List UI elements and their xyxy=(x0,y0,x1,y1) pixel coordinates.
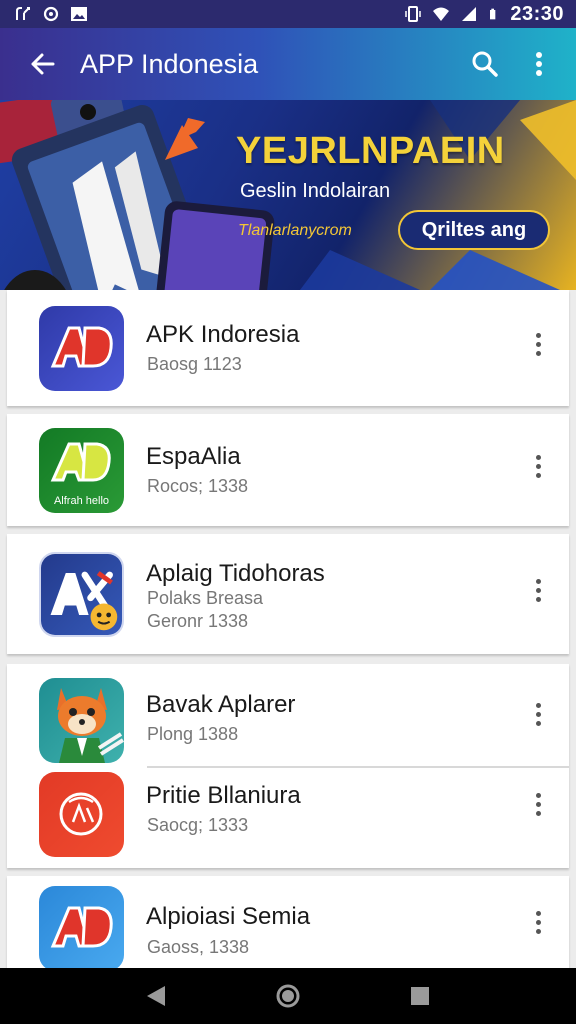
app-name: Bavak Aplarer xyxy=(146,691,296,718)
status-bar: 23:30 xyxy=(0,0,576,28)
app-name: APK Indoresia xyxy=(146,321,300,348)
promo-banner[interactable]: YEJRLNPAEIN Geslin Indolairan Tlanlarlan… xyxy=(0,100,576,290)
app-name: Alpioiasi Semia xyxy=(146,903,311,930)
vibrate-icon xyxy=(405,6,422,22)
battery-icon xyxy=(490,8,496,20)
list-group: Bavak Aplarer Plong 1388 Pritie Bllaniur… xyxy=(7,664,569,868)
more-options-button[interactable] xyxy=(523,694,555,734)
nav-home-icon xyxy=(276,984,300,1008)
list-item-espaalia[interactable]: Alfrah hello EspaAlia Rocos; 1338 xyxy=(7,414,569,526)
more-vert-icon xyxy=(536,910,542,934)
nav-home-button[interactable] xyxy=(264,972,312,1020)
navigation-bar xyxy=(0,968,576,1024)
app-meta: Baosg 1123 xyxy=(147,354,242,374)
overflow-menu-button[interactable] xyxy=(512,37,566,91)
alpioiasi-icon xyxy=(39,886,124,971)
wifi-icon xyxy=(433,7,450,21)
arrow-left-icon xyxy=(31,53,55,75)
screen: 23:30 APP Indonesia YEJRLNPAEIN Geslin I… xyxy=(0,0,576,1024)
search-button[interactable] xyxy=(458,37,512,91)
nav-recents-button[interactable] xyxy=(396,972,444,1020)
espaalia-icon: Alfrah hello xyxy=(39,428,124,513)
banner-cta-button[interactable]: Qriltes ang xyxy=(398,210,550,250)
app-meta: Saocg; 1333 xyxy=(147,815,249,835)
app-meta: Rocos; 1338 xyxy=(147,476,249,496)
bavak-fox-icon xyxy=(39,678,124,763)
app-bar: APP Indonesia xyxy=(0,28,576,100)
status-time: 23:30 xyxy=(510,2,564,25)
back-button[interactable] xyxy=(20,42,64,86)
status-left xyxy=(14,5,88,23)
network-icon xyxy=(16,7,30,20)
more-vert-icon xyxy=(536,702,542,726)
more-vert-icon xyxy=(536,332,542,356)
list-item-bavak[interactable]: Bavak Aplarer Plong 1388 xyxy=(7,664,569,768)
search-icon xyxy=(472,51,498,77)
more-options-button[interactable] xyxy=(523,446,555,486)
more-vert-icon xyxy=(536,578,542,602)
nav-back-icon xyxy=(147,986,165,1006)
app-name: EspaAlia xyxy=(146,443,241,470)
more-vert-icon xyxy=(536,792,542,816)
pritie-icon xyxy=(39,772,124,857)
app-meta-publisher: Polaks Breasa xyxy=(147,588,264,608)
more-options-button[interactable] xyxy=(523,902,555,942)
more-options-button[interactable] xyxy=(523,784,555,824)
list-item-aplaig[interactable]: Aplaig Tidohoras Polaks Breasa Geronr 13… xyxy=(7,534,569,654)
banner-title: YEJRLNPAEIN xyxy=(236,130,505,172)
list-item-apk-indoresia[interactable]: APK Indoresia Baosg 1123 xyxy=(7,290,569,406)
app-meta: Plong 1388 xyxy=(147,724,239,744)
app-meta: Geronr 1338 xyxy=(147,611,249,631)
more-options-button[interactable] xyxy=(523,570,555,610)
signal-icon xyxy=(462,7,477,21)
banner-url: Tlanlarlanycrom xyxy=(238,222,352,239)
status-right: 23:30 xyxy=(404,3,564,26)
image-icon xyxy=(71,7,87,21)
banner-subtitle: Geslin Indolairan xyxy=(240,180,391,202)
app-name: Pritie Bllaniura xyxy=(146,782,301,809)
list-item-pritie[interactable]: Pritie Bllaniura Saocg; 1333 xyxy=(7,768,569,868)
more-vert-icon xyxy=(536,454,542,478)
more-vert-icon xyxy=(536,52,542,76)
aplaig-icon xyxy=(39,552,124,637)
more-options-button[interactable] xyxy=(523,324,555,364)
apk-indoresia-icon xyxy=(39,306,124,391)
icon-caption: Alfrah hello xyxy=(53,495,110,507)
nav-recents-icon xyxy=(411,987,429,1005)
page-title: APP Indonesia xyxy=(80,48,259,79)
app-name: Aplaig Tidohoras xyxy=(146,560,325,587)
app-meta: Gaoss, 1338 xyxy=(147,937,250,957)
sync-icon xyxy=(43,6,59,22)
nav-back-button[interactable] xyxy=(132,972,180,1020)
